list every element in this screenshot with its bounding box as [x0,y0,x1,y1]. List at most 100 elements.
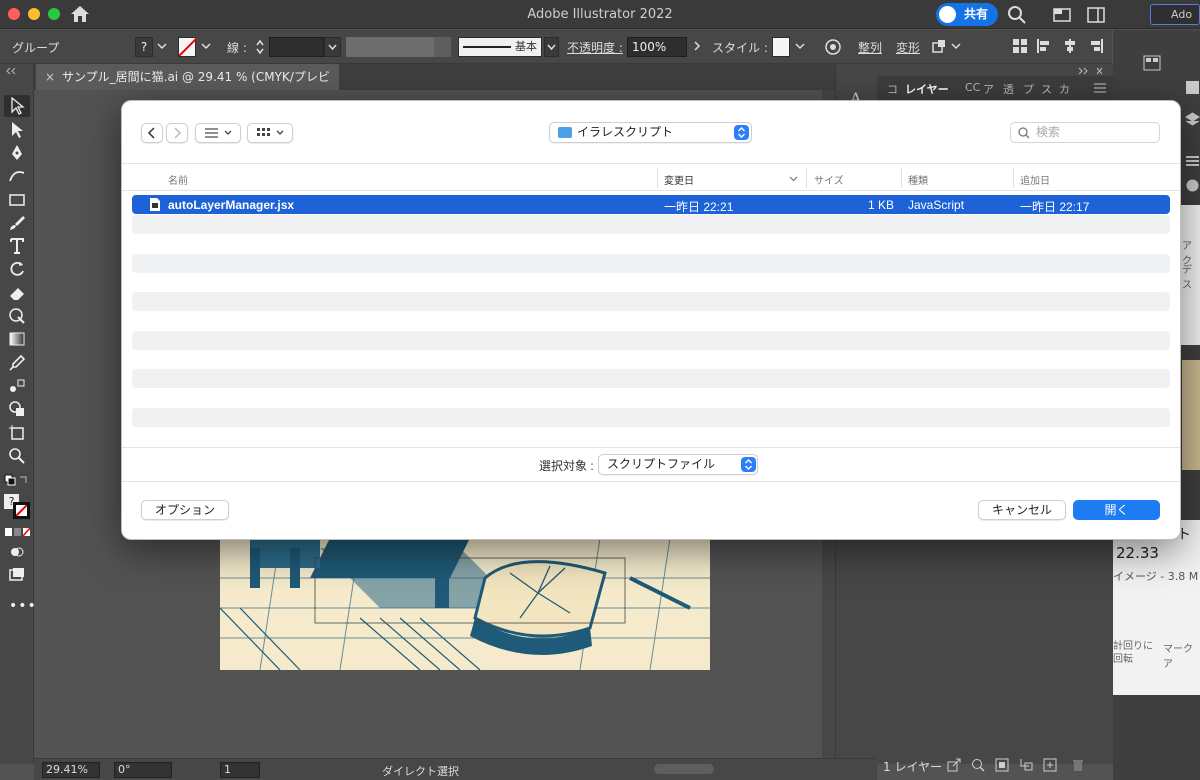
column-name[interactable]: 名前 [168,172,188,187]
tab-appearance[interactable]: ア [983,81,994,97]
horizontal-scrollbar-thumb[interactable] [654,764,714,774]
fill-unknown-swatch[interactable]: ? [135,37,153,57]
tab-color-guide[interactable]: コ [887,81,898,97]
clipping-mask-icon[interactable] [995,758,1009,772]
align-left-icon[interactable] [1036,38,1052,54]
paintbrush-tool-icon[interactable] [8,214,26,232]
adobe-search-field[interactable]: Ado [1150,4,1200,25]
stroke-weight-field[interactable] [269,37,324,57]
artwork-illustration[interactable] [220,538,710,670]
artboard-tool-icon[interactable] [8,424,26,442]
column-modified[interactable]: 変更日 [664,172,694,187]
close-tab-icon[interactable]: × [45,64,55,90]
stroke-none-swatch[interactable] [178,37,198,57]
search-icon[interactable] [1007,5,1027,25]
eyedropper-tool-icon[interactable] [8,354,26,372]
markup-caption[interactable]: マークア [1163,640,1200,670]
draw-mode-icon[interactable] [8,543,26,561]
chevron-down-icon[interactable] [950,40,962,52]
variable-width-profile[interactable] [346,37,434,57]
blend-tool-icon[interactable] [8,377,26,395]
list-view-button[interactable] [195,123,241,143]
file-row-selected[interactable]: autoLayerManager.jsx 一昨日 22:21 1 KB Java… [132,195,1170,214]
isolate-icon[interactable] [930,38,948,56]
selection-tool-icon[interactable] [8,97,26,115]
opacity-label[interactable]: 不透明度 : [567,39,623,56]
zoom-tool-icon[interactable] [8,447,26,465]
chevron-down-icon[interactable] [794,40,806,52]
eraser-tool-icon[interactable] [8,284,26,302]
variable-width-dropdown[interactable] [434,37,451,57]
arrange-grid-icon[interactable] [1012,38,1028,54]
stepper-icon[interactable] [254,37,266,57]
trash-icon[interactable] [1071,758,1085,772]
forward-button[interactable] [166,123,188,143]
sort-descending-icon[interactable] [789,174,798,183]
rotate-tool-icon[interactable] [8,260,26,278]
libraries-icon[interactable] [1185,80,1200,95]
column-date-added[interactable]: 追加日 [1020,172,1050,187]
search-input[interactable]: 検索 [1010,122,1160,143]
tab-swatches[interactable]: ス [1041,81,1052,97]
chevron-down-icon[interactable] [156,40,168,52]
tab-cc-libraries[interactable]: CC [965,81,980,94]
current-tool-label[interactable]: ダイレクト選択 [382,763,459,779]
color-mode-icons[interactable] [4,527,30,537]
direct-selection-tool-icon[interactable] [8,121,26,139]
gradient-tool-icon[interactable] [8,330,26,348]
rectangle-tool-icon[interactable] [8,191,26,209]
brush-dropdown[interactable] [544,37,559,57]
locate-object-icon[interactable] [971,758,985,772]
more-tools-icon[interactable]: ••• [9,598,37,614]
icon-view-button[interactable] [247,123,293,143]
recolor-artwork-icon[interactable] [824,38,842,56]
open-button[interactable]: 開く [1073,500,1160,520]
layers-icon[interactable] [1185,112,1200,127]
tab-color[interactable]: カ [1059,81,1070,97]
screen-mode-icon[interactable] [8,566,26,584]
curvature-tool-icon[interactable] [8,167,26,185]
workspace-icon[interactable] [1052,5,1072,25]
panel-icon[interactable] [1143,54,1161,72]
type-tool-icon[interactable] [8,237,26,255]
artboard-number-field[interactable]: 1 [220,762,260,778]
rotation-field[interactable]: 0° [114,762,172,778]
new-sublayer-icon[interactable] [1019,758,1033,772]
default-fill-stroke-icon[interactable] [4,474,30,488]
chevron-right-icon[interactable] [691,40,703,52]
tab-layers[interactable]: レイヤー [905,81,949,97]
cancel-button[interactable]: キャンセル [978,500,1066,520]
back-button[interactable] [141,123,163,143]
panel-layout-icon[interactable] [1086,5,1106,25]
menu-lines-icon[interactable] [1185,154,1200,169]
stroke-weight-dropdown[interactable] [324,37,341,57]
align-center-icon[interactable] [1062,38,1078,54]
new-layer-icon[interactable] [1043,758,1057,772]
tab-transparency[interactable]: 透 [1003,81,1014,97]
rotate-caption[interactable]: 計回りに 回転 [1113,640,1153,666]
graphic-style-swatch[interactable] [772,37,790,57]
tab-properties[interactable]: プ [1023,81,1034,97]
transform-label[interactable]: 変形 [896,39,920,56]
palette-icon[interactable] [1185,178,1200,193]
pen-tool-icon[interactable] [8,144,26,162]
stroke-swatch[interactable] [13,502,30,519]
file-type-popup[interactable]: スクリプトファイル [598,454,758,475]
shape-builder-tool-icon[interactable] [8,400,26,418]
column-kind[interactable]: 種類 [908,172,928,187]
align-right-icon[interactable] [1088,38,1104,54]
column-size[interactable]: サイズ [814,172,844,187]
collapse-panel-icon[interactable] [6,67,28,75]
panel-collapse-icon[interactable] [1073,67,1103,75]
share-button[interactable]: 共有 [936,3,998,26]
document-tab[interactable]: × サンプル_居間に猫.ai @ 29.41 % (CMYK/プレビュー) [36,64,339,110]
export-icon[interactable] [947,758,961,772]
opacity-field[interactable]: 100% [627,37,687,57]
align-label[interactable]: 整列 [858,39,882,56]
location-popup[interactable]: イラレスクリプト [549,122,752,143]
brush-definition[interactable]: 基本 [458,37,542,57]
panel-menu-icon[interactable] [1093,82,1107,94]
chevron-down-icon[interactable] [200,40,212,52]
options-button[interactable]: オプション [141,500,229,520]
zoom-field[interactable]: 29.41% [42,762,100,778]
